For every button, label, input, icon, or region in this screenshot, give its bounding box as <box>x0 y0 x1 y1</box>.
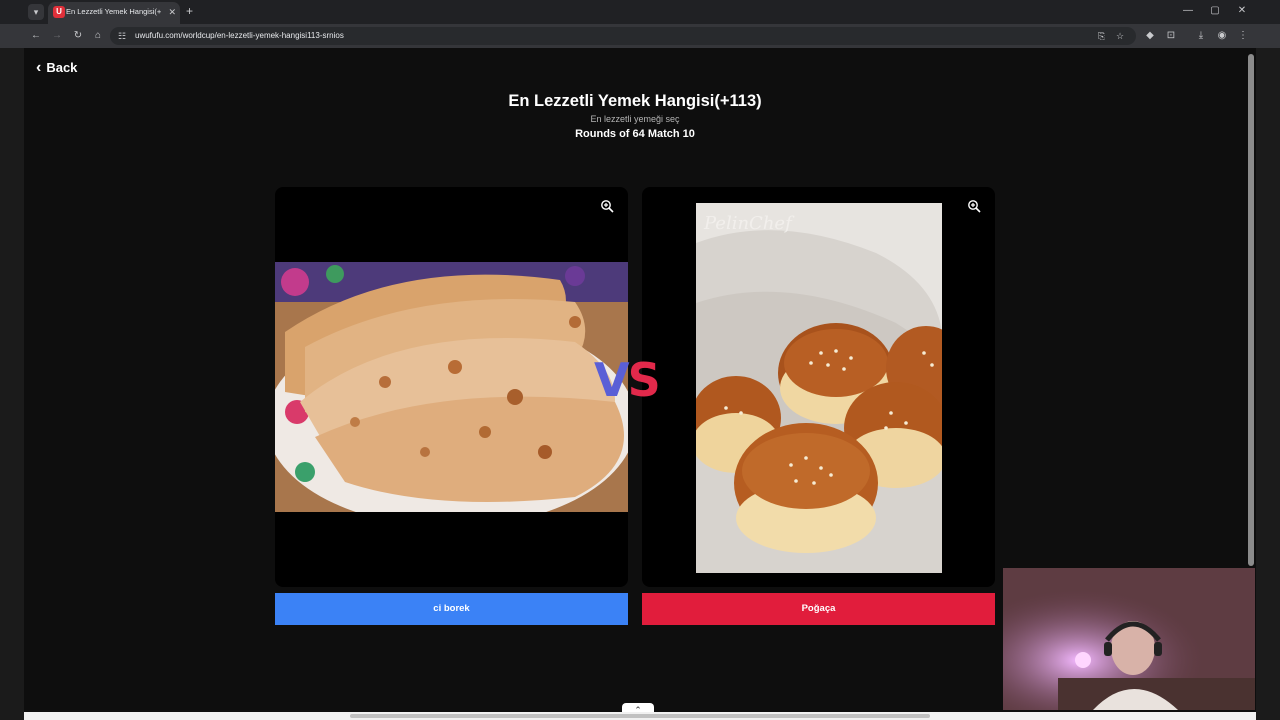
tab-search-icon[interactable]: ▾ <box>28 4 44 20</box>
extensions-puzzle-icon[interactable]: ⊡ <box>1164 29 1178 43</box>
page-subtitle: En lezzetli yemeği seç <box>590 114 680 124</box>
tab-favicon-icon: U <box>53 6 65 18</box>
vs-label: VS <box>594 352 661 408</box>
left-margin <box>0 48 24 720</box>
choose-right-button[interactable]: Poğaça <box>642 593 995 625</box>
site-info-icon[interactable]: ☷ <box>118 29 126 43</box>
watermark-text: PelinChef <box>703 213 795 234</box>
cheburek-photo[interactable] <box>275 262 628 512</box>
translate-icon[interactable]: ⎘ <box>1098 29 1105 43</box>
download-icon[interactable]: ⤓ <box>1194 29 1208 43</box>
maximize-icon[interactable]: ▢ <box>1208 4 1222 18</box>
webcam-overlay <box>1003 568 1255 710</box>
zoom-in-icon[interactable] <box>967 199 981 213</box>
page-title: En Lezzetli Yemek Hangisi(+113) <box>508 92 762 110</box>
back-button[interactable]: ‹ Back <box>36 60 77 76</box>
address-bar[interactable]: ☷ uwufufu.com/worldcup/en-lezzetli-yemek… <box>110 27 1136 45</box>
active-tab[interactable]: U En Lezzetli Yemek Hangisi(+113) ✕ <box>48 2 180 24</box>
bookmark-star-icon[interactable]: ☆ <box>1116 29 1124 43</box>
url-text: uwufufu.com/worldcup/en-lezzetli-yemek-h… <box>135 31 344 40</box>
home-icon[interactable]: ⌂ <box>91 29 105 43</box>
back-label: Back <box>46 60 78 75</box>
new-tab-icon[interactable]: + <box>186 4 193 18</box>
back-nav-icon[interactable]: ← <box>29 29 43 43</box>
right-choice-card[interactable]: PelinChef <box>642 187 995 587</box>
vertical-scrollbar-thumb[interactable] <box>1248 54 1254 566</box>
left-choice-card[interactable] <box>275 187 628 587</box>
choose-left-button[interactable]: ci borek <box>275 593 628 625</box>
round-indicator: Rounds of 64 Match 10 <box>575 128 695 140</box>
extension-icon[interactable]: ◆ <box>1143 29 1157 43</box>
screen: { "browser": { "tab_title": "En Lezzetli… <box>0 0 1280 720</box>
forward-nav-icon[interactable]: → <box>50 29 64 43</box>
browser-tab-strip: ▾ U En Lezzetli Yemek Hangisi(+113) ✕ + … <box>0 0 1280 24</box>
window-close-icon[interactable]: ✕ <box>1235 4 1249 18</box>
horizontal-scrollbar-thumb[interactable] <box>350 714 930 718</box>
right-margin <box>1256 48 1280 720</box>
profile-icon[interactable]: ◉ <box>1215 29 1229 43</box>
menu-dots-icon[interactable]: ⋮ <box>1236 29 1250 43</box>
pogaca-photo[interactable]: PelinChef <box>696 203 942 573</box>
vs-v: V <box>594 353 630 407</box>
browser-toolbar: ← → ↻ ⌂ ☷ uwufufu.com/worldcup/en-lezzet… <box>0 24 1280 48</box>
reload-icon[interactable]: ↻ <box>71 29 85 43</box>
chevron-left-icon: ‹ <box>36 59 42 76</box>
tab-close-icon[interactable]: ✕ <box>168 6 176 18</box>
minimize-icon[interactable]: — <box>1181 4 1195 18</box>
tab-title: En Lezzetli Yemek Hangisi(+113) <box>66 7 161 16</box>
horizontal-scrollbar[interactable] <box>24 712 1256 720</box>
zoom-in-icon[interactable] <box>600 199 614 213</box>
vs-s: S <box>627 353 661 407</box>
